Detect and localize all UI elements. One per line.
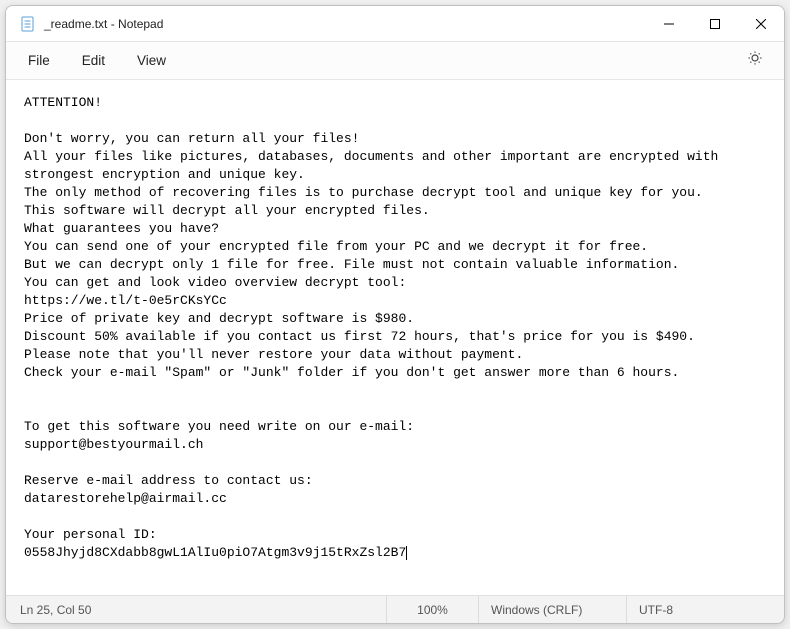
status-position: Ln 25, Col 50 xyxy=(6,596,386,623)
maximize-button[interactable] xyxy=(692,6,738,42)
menu-file[interactable]: File xyxy=(12,47,66,74)
status-encoding: UTF-8 xyxy=(626,596,784,623)
status-eol: Windows (CRLF) xyxy=(478,596,626,623)
gear-icon xyxy=(747,50,763,71)
status-zoom[interactable]: 100% xyxy=(386,596,478,623)
window-controls xyxy=(646,6,784,41)
menu-view[interactable]: View xyxy=(121,47,182,74)
menu-edit[interactable]: Edit xyxy=(66,47,121,74)
notepad-icon xyxy=(20,16,36,32)
menubar: File Edit View xyxy=(6,42,784,80)
statusbar: Ln 25, Col 50 100% Windows (CRLF) UTF-8 xyxy=(6,595,784,623)
minimize-button[interactable] xyxy=(646,6,692,42)
window-title: _readme.txt - Notepad xyxy=(44,17,163,31)
close-button[interactable] xyxy=(738,6,784,42)
settings-button[interactable] xyxy=(738,46,772,76)
editor-content[interactable]: ATTENTION! Don't worry, you can return a… xyxy=(6,80,784,595)
text-caret xyxy=(406,546,407,560)
titlebar[interactable]: _readme.txt - Notepad xyxy=(6,6,784,42)
notepad-window: _readme.txt - Notepad File Edit View xyxy=(5,5,785,624)
